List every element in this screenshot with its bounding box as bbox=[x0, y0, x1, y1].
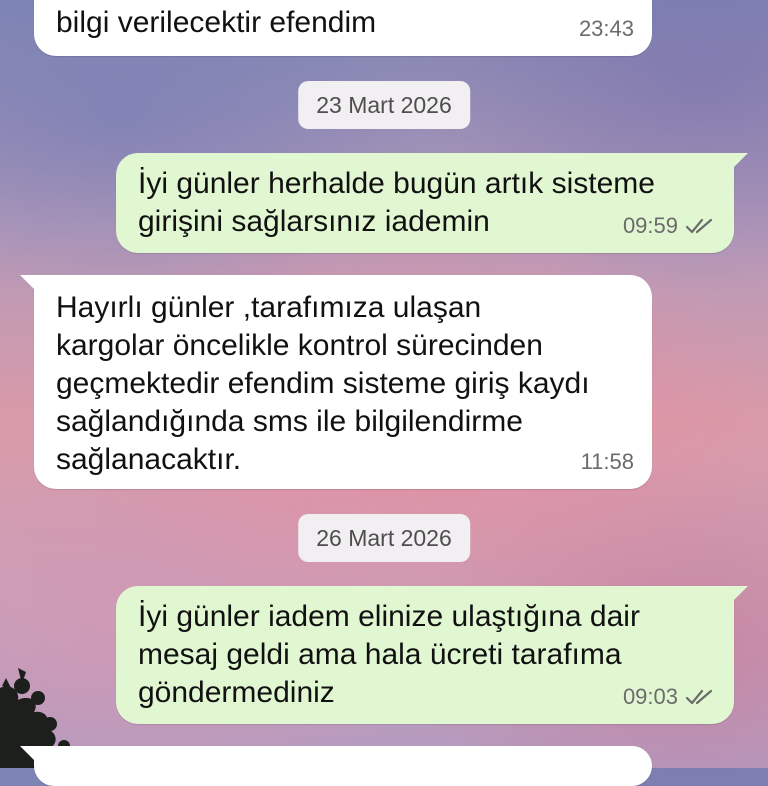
date-separator-label: 26 Mart 2026 bbox=[316, 525, 452, 551]
message-bubble-incoming[interactable] bbox=[20, 746, 652, 786]
message-bubble-outgoing[interactable]: İyi günler iadem elinize ulaştığına dair… bbox=[116, 586, 748, 724]
message-bubble-outgoing[interactable]: İyi günler herhalde bugün artık sisteme … bbox=[116, 153, 748, 253]
date-separator: 26 Mart 2026 bbox=[298, 514, 470, 562]
message-text: bilgi verilecektir efendim bbox=[56, 6, 377, 39]
date-separator-label: 23 Mart 2026 bbox=[316, 92, 452, 118]
message-bubble-incoming[interactable]: bilgi verilecektir efendim 23:43 bbox=[34, 0, 652, 56]
message-time: 11:58 bbox=[580, 449, 634, 474]
double-check-icon bbox=[686, 218, 713, 234]
message-time: 09:59 bbox=[622, 213, 678, 238]
message-time: 09:03 bbox=[622, 684, 678, 709]
date-separator: 23 Mart 2026 bbox=[298, 81, 470, 129]
message-text: Hayırlı günler ,tarafımıza ulaşan kargol… bbox=[56, 291, 590, 476]
message-time: 23:43 bbox=[578, 16, 634, 41]
message-bubble-incoming[interactable]: Hayırlı günler ,tarafımıza ulaşan kargol… bbox=[20, 275, 652, 489]
double-check-icon bbox=[686, 689, 713, 705]
